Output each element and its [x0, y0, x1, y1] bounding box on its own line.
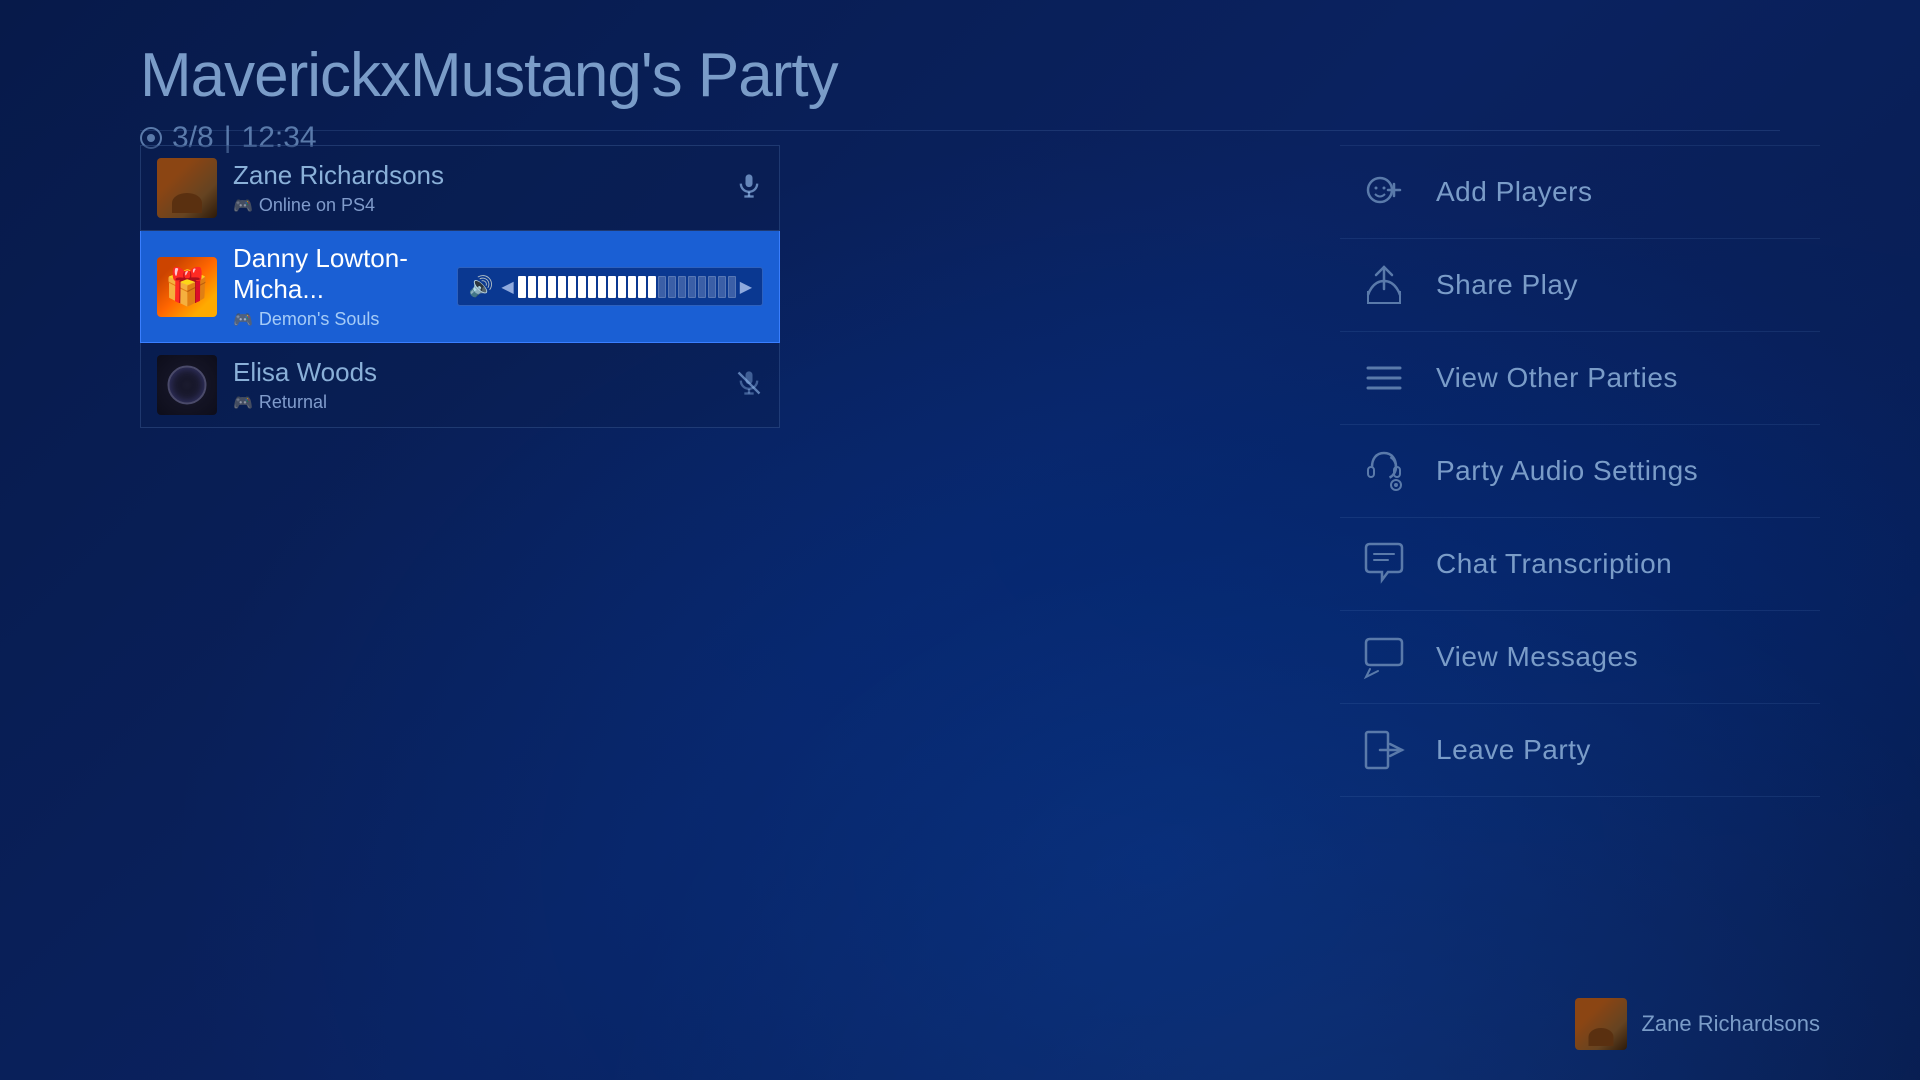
volume-right-chevron: ▶: [740, 277, 752, 297]
controller-icon-zane: 🎮: [233, 196, 253, 216]
header-divider: [140, 130, 1780, 131]
avatar-zane: [157, 158, 217, 218]
vol-seg-22: [728, 276, 736, 298]
vol-seg-16: [668, 276, 676, 298]
add-player-icon: [1360, 168, 1408, 216]
view-other-parties-label: View Other Parties: [1436, 362, 1678, 394]
mute-elisa: [735, 369, 763, 402]
vol-seg-13: [638, 276, 646, 298]
vol-seg-19: [698, 276, 706, 298]
player-info-zane: Zane Richardsons 🎮 Online on PS4: [233, 160, 735, 216]
messages-icon: [1360, 633, 1408, 681]
vol-seg-7: [578, 276, 586, 298]
vol-seg-2: [528, 276, 536, 298]
bottom-user: Zane Richardsons: [1575, 998, 1820, 1050]
controller-icon-elisa: 🎮: [233, 393, 253, 413]
bottom-username: Zane Richardsons: [1641, 1011, 1820, 1037]
vol-seg-20: [708, 276, 716, 298]
menu-item-party-audio[interactable]: Party Audio Settings: [1340, 425, 1820, 518]
vol-seg-1: [518, 276, 526, 298]
player-list: Zane Richardsons 🎮 Online on PS4 Danny L: [140, 145, 780, 428]
menu-item-share-play[interactable]: Share Play: [1340, 239, 1820, 332]
avatar-elisa: [157, 355, 217, 415]
vol-seg-9: [598, 276, 606, 298]
vol-seg-14: [648, 276, 656, 298]
player-status-elisa: 🎮 Returnal: [233, 392, 735, 413]
player-status-danny: 🎮 Demon's Souls: [233, 309, 445, 330]
add-players-label: Add Players: [1436, 176, 1592, 208]
chat-transcription-label: Chat Transcription: [1436, 548, 1672, 580]
vol-seg-5: [558, 276, 566, 298]
player-card-danny[interactable]: Danny Lowton-Micha... 🎮 Demon's Souls 🔊 …: [140, 231, 780, 343]
parties-icon: [1360, 354, 1408, 402]
vol-seg-4: [548, 276, 556, 298]
vol-seg-10: [608, 276, 616, 298]
volume-speaker-icon: 🔊: [468, 274, 493, 299]
bottom-avatar: [1575, 998, 1627, 1050]
volume-left-chevron: ◀: [501, 277, 513, 297]
volume-segments: [518, 276, 736, 298]
leave-icon: [1360, 726, 1408, 774]
vol-seg-8: [588, 276, 596, 298]
player-name-zane: Zane Richardsons: [233, 160, 735, 191]
menu-item-chat-transcription[interactable]: Chat Transcription: [1340, 518, 1820, 611]
controller-icon-danny: 🎮: [233, 310, 253, 330]
leave-party-label: Leave Party: [1436, 734, 1591, 766]
menu-item-add-players[interactable]: Add Players: [1340, 145, 1820, 239]
player-status-zane: 🎮 Online on PS4: [233, 195, 735, 216]
avatar-danny: [157, 257, 217, 317]
player-card-elisa[interactable]: Elisa Woods 🎮 Returnal: [140, 343, 780, 428]
vol-seg-18: [688, 276, 696, 298]
player-name-elisa: Elisa Woods: [233, 357, 735, 388]
mic-zane: [735, 172, 763, 205]
menu-item-view-other-parties[interactable]: View Other Parties: [1340, 332, 1820, 425]
player-card-zane[interactable]: Zane Richardsons 🎮 Online on PS4: [140, 145, 780, 231]
view-messages-label: View Messages: [1436, 641, 1638, 673]
vol-seg-3: [538, 276, 546, 298]
share-play-label: Share Play: [1436, 269, 1578, 301]
player-info-elisa: Elisa Woods 🎮 Returnal: [233, 357, 735, 413]
menu-item-leave-party[interactable]: Leave Party: [1340, 704, 1820, 797]
page-container: MaverickxMustang's Party 3/8 | 12:34 Zan…: [0, 0, 1920, 1080]
audio-icon: [1360, 447, 1408, 495]
vol-seg-15: [658, 276, 666, 298]
vol-seg-12: [628, 276, 636, 298]
transcription-icon: [1360, 540, 1408, 588]
vol-seg-11: [618, 276, 626, 298]
vol-seg-21: [718, 276, 726, 298]
volume-bar-danny[interactable]: 🔊 ◀: [457, 267, 763, 306]
share-play-icon: [1360, 261, 1408, 309]
menu-item-view-messages[interactable]: View Messages: [1340, 611, 1820, 704]
player-name-danny: Danny Lowton-Micha...: [233, 243, 445, 305]
party-audio-label: Party Audio Settings: [1436, 455, 1698, 487]
vol-seg-17: [678, 276, 686, 298]
vol-seg-6: [568, 276, 576, 298]
party-title: MaverickxMustang's Party: [140, 40, 838, 111]
right-menu: Add Players Share Play: [1340, 145, 1820, 797]
player-info-danny: Danny Lowton-Micha... 🎮 Demon's Souls: [233, 243, 445, 330]
header: MaverickxMustang's Party 3/8 | 12:34: [140, 40, 838, 155]
